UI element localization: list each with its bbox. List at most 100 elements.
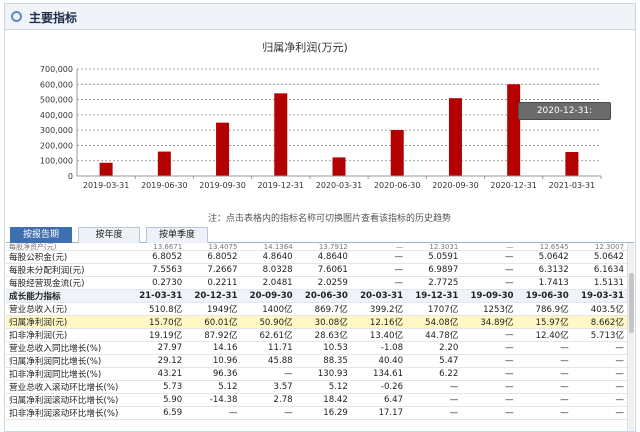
row-label[interactable]: 每股未分配利润(元): [6, 263, 131, 277]
row-label[interactable]: 每股经营现金流(元): [6, 276, 131, 290]
chart-area: 归属净利润(万元) 0 100,000 200,000 300,000 400,000 5…: [5, 31, 635, 227]
table-cell: 1253亿: [462, 302, 518, 316]
table-cell: 96.36: [186, 367, 242, 381]
table-cell: 1400亿: [241, 302, 297, 316]
table-row: 归属净利润同比增长(%) 29.12 10.96 45.88 88.35 40.40 5.4…: [6, 354, 628, 368]
table-cell: 510.8亿: [131, 302, 187, 316]
table-cell: 6.8052: [186, 250, 242, 264]
row-label[interactable]: 归属净利润(元): [6, 315, 131, 329]
x-tick-label: 2020-12-31: [490, 181, 537, 190]
row-label[interactable]: 扣非净利润(元): [6, 328, 131, 342]
table-cell: 40.40: [351, 354, 408, 368]
table-cell: 50.90亿: [241, 315, 297, 329]
scrollbar-thumb[interactable]: [629, 273, 634, 333]
table-cell: 12.3031: [407, 243, 463, 251]
bar-2019-06-30[interactable]: [157, 151, 171, 176]
table-cell: 15.70亿: [131, 315, 187, 329]
bar-2021-03-31[interactable]: [565, 152, 579, 176]
table-cell: —: [351, 243, 408, 251]
table-cell: 5.90: [131, 393, 187, 407]
table-cell: 6.59: [131, 406, 187, 420]
indicators-table: 每股净资产(元) 13.6671 13.4075 14.1364 13.7912—12.…: [6, 243, 628, 420]
table-cell: -14.38: [186, 393, 242, 407]
table-cell: —: [462, 367, 518, 381]
row-label[interactable]: 营业总收入同比增长(%): [6, 341, 131, 355]
table-row: 营业总收入同比增长(%) 27.97 14.16 11.71 10.53 -1.08 2.2…: [6, 341, 628, 355]
table-cell: 30.08亿: [296, 315, 352, 329]
table-cell: 399.2亿: [351, 302, 408, 316]
table-cell: 6.9897: [407, 263, 463, 277]
table-cell: —: [517, 354, 573, 368]
bar-2019-09-30[interactable]: [216, 122, 230, 176]
table-cell: 4.8640: [296, 250, 352, 264]
row-label[interactable]: 每股净资产(元): [6, 243, 131, 251]
table-cell: —: [351, 250, 408, 264]
net-profit-bar-chart[interactable]: 归属净利润(万元) 0 100,000 200,000 300,000 400,000 5…: [5, 31, 635, 227]
period-tabs: 按报告期 按年度 按单季度: [6, 227, 634, 243]
table-cell: 11.71: [241, 341, 297, 355]
table-cell: —: [407, 406, 463, 420]
table-cell: 7.6061: [296, 263, 352, 277]
x-tick-label: 2019-12-31: [258, 181, 305, 190]
table-cell: 5.73: [131, 380, 187, 394]
bar-2019-03-31[interactable]: [99, 162, 113, 176]
table-cell: 62.61亿: [241, 328, 297, 342]
table-row: 营业总收入(元) 510.8亿 1949亿 1400亿 869.7亿 399.2亿 1707…: [6, 302, 628, 316]
table-row: 扣非净利润同比增长(%) 43.21 96.36—130.93 134.61 6.22—…: [6, 367, 628, 381]
table-cell: 130.93: [296, 367, 352, 381]
table-cell: 6.47: [351, 393, 408, 407]
x-tick-label: 2020-06-30: [374, 181, 421, 190]
table-cell: 20-06-30: [296, 289, 352, 303]
table-cell: 10.96: [186, 354, 242, 368]
indicators-table-container: 每股净资产(元) 13.6671 13.4075 14.1364 13.7912—12.…: [6, 243, 628, 431]
table-cell: —: [517, 341, 573, 355]
table-cell: 3.57: [241, 380, 297, 394]
row-label[interactable]: 归属净利润滚动环比增长(%): [6, 393, 131, 407]
table-cell: 786.9亿: [517, 302, 573, 316]
table-cell: 5.0591: [407, 250, 463, 264]
table-cell: 1949亿: [186, 302, 242, 316]
row-label[interactable]: 成长能力指标: [6, 289, 131, 303]
table-cell: 6.22: [407, 367, 463, 381]
table-row: 营业总收入滚动环比增长(%) 5.73 5.12 3.57 5.12 -0.26— — — —: [6, 380, 628, 394]
bar-2020-06-30[interactable]: [390, 130, 404, 176]
y-tick-label: 300,000: [40, 126, 73, 135]
main-indicators-panel: 主要指标 归属净利润(万元) 0 100,000 200,000 300,000 400…: [4, 3, 636, 432]
tab-by-single-quarter[interactable]: 按单季度: [146, 227, 208, 243]
table-cell: 12.3007: [572, 243, 628, 251]
chart-hint-note: 注：点击表格内的指标名称可切换图片查看该指标的历史趋势: [207, 214, 451, 224]
table-cell: 2.7725: [407, 276, 463, 290]
row-label[interactable]: 营业总收入(元): [6, 302, 131, 316]
y-tick-label: 100,000: [40, 157, 73, 166]
x-tick-label: 2021-03-31: [549, 181, 596, 190]
table-cell: —: [517, 406, 573, 420]
row-label[interactable]: 扣非净利润滚动环比增长(%): [6, 406, 131, 420]
table-cell: 18.42: [296, 393, 352, 407]
tab-by-year[interactable]: 按年度: [78, 227, 140, 243]
table-cell: 5.713亿: [572, 328, 628, 342]
bar-2020-03-31[interactable]: [332, 157, 346, 176]
table-cell: 20-03-31: [351, 289, 408, 303]
table-cell: 12.16亿: [351, 315, 408, 329]
row-label[interactable]: 扣非净利润同比增长(%): [6, 367, 131, 381]
table-cell: 5.0642: [517, 250, 573, 264]
table-cell: 20-09-30: [241, 289, 297, 303]
bar-2020-12-31[interactable]: [507, 84, 521, 176]
table-cell: 5.12: [296, 380, 352, 394]
table-cell: 6.1634: [572, 263, 628, 277]
table-cell: —: [572, 354, 628, 368]
bar-2020-09-30[interactable]: [448, 98, 462, 176]
row-label[interactable]: 每股公积金(元): [6, 250, 131, 264]
table-cell: —: [572, 341, 628, 355]
x-tick-label: 2019-06-30: [141, 181, 188, 190]
tab-by-report-period[interactable]: 按报告期: [10, 227, 72, 243]
table-scrollbar[interactable]: [627, 243, 634, 431]
table-cell: 0.2730: [131, 276, 187, 290]
bar-2019-12-31[interactable]: [274, 93, 288, 176]
x-tick-label: 2019-03-31: [83, 181, 130, 190]
table-cell: 8.662亿: [572, 315, 628, 329]
y-tick-label: 200,000: [40, 141, 73, 150]
row-label[interactable]: 营业总收入滚动环比增长(%): [6, 380, 131, 394]
table-row: 每股未分配利润(元) 7.5563 7.2667 8.0328 7.6061—6.989…: [6, 263, 628, 277]
row-label[interactable]: 归属净利润同比增长(%): [6, 354, 131, 368]
